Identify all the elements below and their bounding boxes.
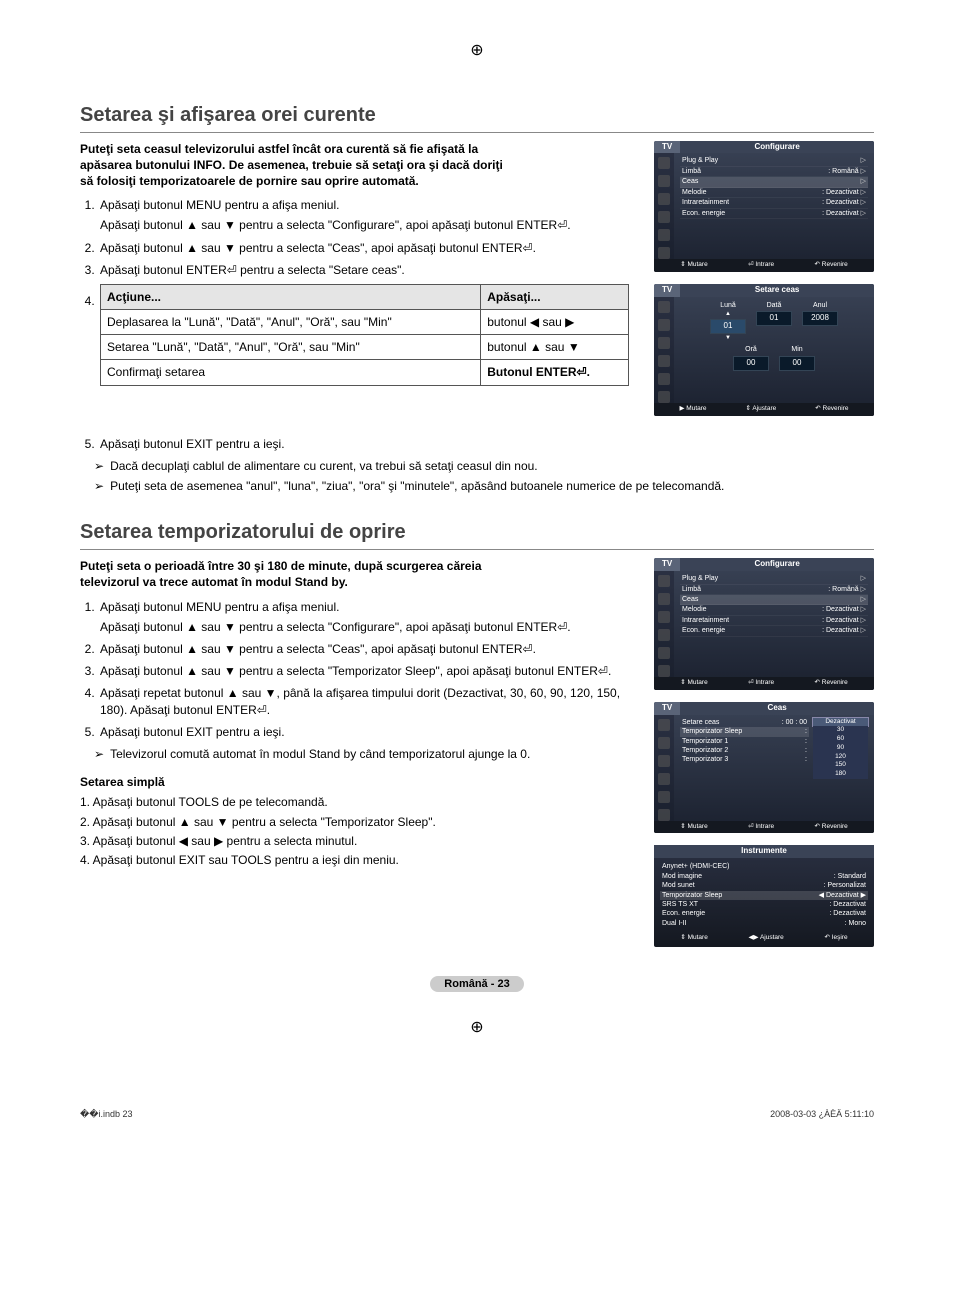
s2-step3: Apăsaţi butonul ▲ sau ▼ pentru a selecta… — [98, 663, 629, 679]
s2-step1: Apăsaţi butonul MENU pentru a afişa meni… — [98, 599, 629, 635]
s1-step5: Apăsaţi butonul EXIT pentru a ieşi. — [98, 436, 874, 452]
s2-note1: ➢Televizorul comută automat în modul Sta… — [94, 746, 629, 762]
simple-step4: 4. Apăsaţi butonul EXIT sau TOOLS pentru… — [80, 852, 629, 868]
simple-step3: 3. Apăsaţi butonul ◀ sau ▶ pentru a sele… — [80, 833, 629, 849]
s1-note2: ➢Puteţi seta de asemenea "anul", "luna",… — [94, 478, 874, 494]
section1-intro: Puteţi seta ceasul televizorului astfel … — [80, 141, 510, 190]
s1-step3: Apăsaţi butonul ENTER⏎ pentru a selecta … — [98, 262, 629, 278]
table-row: Deplasarea la "Lună", "Dată", "Anul", "O… — [101, 310, 629, 335]
osd-instrumente: Instrumente Anynet+ (HDMI-CEC) Mod imagi… — [654, 845, 874, 947]
simple-step1: 1. Apăsaţi butonul TOOLS de pe telecoman… — [80, 794, 629, 810]
s1-step2: Apăsaţi butonul ▲ sau ▼ pentru a selecta… — [98, 240, 629, 256]
osd-configurare-1: TVConfigurare Plug & Play▷ Limbă: Română… — [654, 141, 874, 273]
osd-setare-ceas: TVSetare ceas Lună▲01▼ Dată01 Anul2008 O… — [654, 284, 874, 416]
action-table: Acţiune...Apăsaţi... Deplasarea la "Lună… — [100, 284, 629, 386]
s1-step1: Apăsaţi butonul MENU pentru a afişa meni… — [98, 197, 629, 233]
s2-step5: Apăsaţi butonul EXIT pentru a ieşi. — [98, 724, 629, 740]
simple-setup-heading: Setarea simplă — [80, 774, 629, 790]
registration-mark-top: ⊕ — [80, 40, 874, 62]
footer-meta: ��i.indb 23 2008-03-03 ¿ÀÈÄ 5:11:10 — [80, 1108, 874, 1120]
s1-note1: ➢Dacă decuplaţi cablul de alimentare cu … — [94, 458, 874, 474]
registration-mark-bottom: ⊕ — [80, 1017, 874, 1039]
osd-configurare-2: TVConfigurare Plug & Play▷ Limbă: Română… — [654, 558, 874, 690]
simple-step2: 2. Apăsaţi butonul ▲ sau ▼ pentru a sele… — [80, 814, 629, 830]
s1-step4: Acţiune...Apăsaţi... Deplasarea la "Lună… — [98, 284, 629, 386]
s2-step4: Apăsaţi repetat butonul ▲ sau ▼, până la… — [98, 685, 629, 717]
osd-ceas-sleep: TVCeas Setare ceas: 00 : 00 Temporizator… — [654, 702, 874, 834]
section1-title: Setarea şi afişarea orei curente — [80, 102, 874, 133]
table-row: Confirmaţi setareaButonul ENTER⏎. — [101, 360, 629, 385]
section2-intro: Puteţi seta o perioadă între 30 şi 180 d… — [80, 558, 510, 590]
page-number: Română - 23 — [80, 977, 874, 992]
s2-step2: Apăsaţi butonul ▲ sau ▼ pentru a selecta… — [98, 641, 629, 657]
table-row: Setarea "Lună", "Dată", "Anul", "Oră", s… — [101, 335, 629, 360]
section2-title: Setarea temporizatorului de oprire — [80, 519, 874, 550]
